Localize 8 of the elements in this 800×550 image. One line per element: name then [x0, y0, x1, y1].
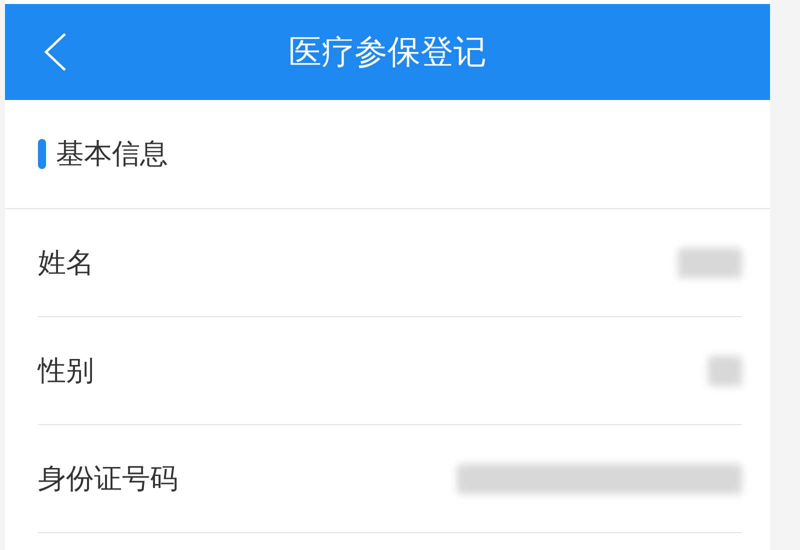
page-title: 医疗参保登记 — [288, 30, 486, 72]
field-label: 性别 — [38, 352, 94, 388]
field-label: 姓名 — [38, 244, 94, 280]
blurred-value — [708, 356, 742, 386]
section-title: 基本信息 — [56, 136, 168, 172]
field-label: 身份证号码 — [38, 460, 178, 496]
blurred-value — [678, 248, 742, 278]
section-marker — [38, 139, 46, 169]
